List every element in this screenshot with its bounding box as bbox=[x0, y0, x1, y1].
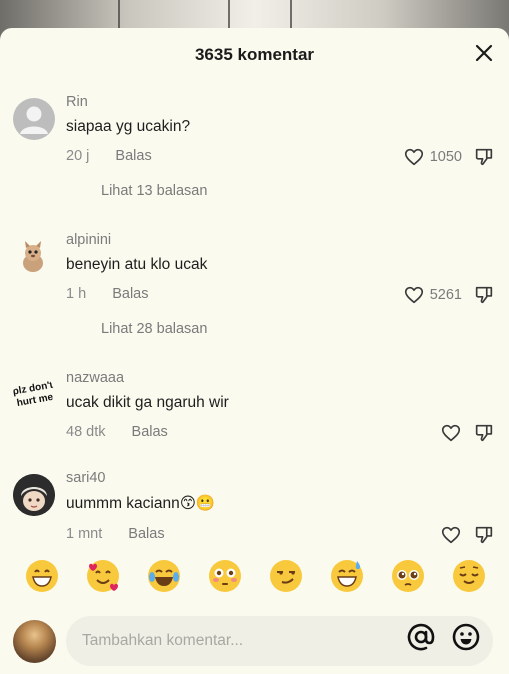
comment-meta: 20 j Balas bbox=[66, 148, 152, 164]
like-button[interactable] bbox=[440, 422, 462, 444]
reply-button[interactable]: Balas bbox=[132, 424, 168, 440]
my-avatar[interactable] bbox=[13, 620, 56, 663]
like-button[interactable]: 1050 bbox=[403, 146, 462, 168]
heart-icon bbox=[404, 148, 423, 166]
comment-meta: 48 dtk Balas bbox=[66, 424, 168, 440]
comment-username[interactable]: Rin bbox=[66, 94, 88, 110]
comment-time: 1 mnt bbox=[66, 526, 103, 542]
heart-icon bbox=[404, 286, 423, 304]
view-replies-button[interactable]: Lihat 28 balasan bbox=[101, 321, 207, 337]
comment-text: ucak dikit ga ngaruh wir bbox=[66, 394, 229, 411]
emoji-icon[interactable] bbox=[451, 622, 481, 652]
comment-time: 1 h bbox=[66, 286, 87, 302]
comment-username[interactable]: sari40 bbox=[66, 470, 106, 486]
avatar[interactable]: plz don't hurt me bbox=[13, 374, 55, 416]
reply-button[interactable]: Balas bbox=[112, 286, 148, 302]
at-icon[interactable] bbox=[406, 622, 436, 652]
comments-sheet: 3635 komentar Rin siapaa yg ucakin? 20 j… bbox=[0, 28, 509, 674]
like-count: 1050 bbox=[429, 149, 462, 165]
heart-icon bbox=[441, 424, 461, 442]
reply-button[interactable]: Balas bbox=[128, 526, 164, 542]
smirk-emoji-icon[interactable] bbox=[268, 558, 304, 594]
comment-meta: 1 h Balas bbox=[66, 286, 148, 302]
smiling-hearts-emoji-icon[interactable] bbox=[85, 558, 121, 594]
comment-time: 48 dtk bbox=[66, 424, 106, 440]
heart-icon bbox=[441, 526, 461, 544]
relieved-emoji-icon[interactable] bbox=[451, 558, 487, 594]
avatar[interactable] bbox=[13, 98, 55, 140]
like-button[interactable] bbox=[440, 524, 462, 546]
comment-composer: Tambahkan komentar... bbox=[0, 610, 509, 674]
avatar[interactable] bbox=[13, 236, 55, 278]
dislike-icon[interactable] bbox=[473, 146, 495, 168]
dislike-icon[interactable] bbox=[473, 284, 495, 306]
close-icon[interactable] bbox=[472, 41, 496, 65]
comment-text: siapaa yg ucakin? bbox=[66, 118, 191, 135]
like-button[interactable]: 5261 bbox=[403, 284, 462, 306]
anime-avatar-image bbox=[13, 474, 55, 516]
dislike-icon[interactable] bbox=[473, 524, 495, 546]
comment-username[interactable]: nazwaaa bbox=[66, 370, 124, 386]
view-replies-button[interactable]: Lihat 13 balasan bbox=[101, 183, 207, 199]
default-avatar-icon bbox=[20, 106, 48, 134]
comment-username[interactable]: alpinini bbox=[66, 232, 111, 248]
text-avatar-image: plz don't hurt me bbox=[13, 375, 55, 415]
dislike-icon[interactable] bbox=[473, 422, 495, 444]
comment-text: uummm kaciann😙😬 bbox=[66, 495, 216, 512]
like-count: 5261 bbox=[429, 287, 462, 303]
comment-text: beneyin atu klo ucak bbox=[66, 256, 208, 273]
reply-button[interactable]: Balas bbox=[115, 148, 151, 164]
comment-count-title: 3635 komentar bbox=[194, 45, 315, 64]
comment-input-placeholder: Tambahkan komentar... bbox=[82, 632, 244, 649]
grinning-sweat-emoji-icon[interactable] bbox=[329, 558, 365, 594]
sheet-header: 3635 komentar bbox=[0, 28, 509, 78]
pleading-emoji-icon[interactable] bbox=[390, 558, 426, 594]
grinning-emoji-icon[interactable] bbox=[24, 558, 60, 594]
avatar[interactable] bbox=[13, 474, 55, 516]
tears-of-joy-emoji-icon[interactable] bbox=[146, 558, 182, 594]
comment-time: 20 j bbox=[66, 148, 90, 164]
flushed-emoji-icon[interactable] bbox=[207, 558, 243, 594]
cat-avatar-icon bbox=[23, 241, 43, 272]
comment-meta: 1 mnt Balas bbox=[66, 526, 165, 542]
quick-emoji-bar bbox=[0, 558, 509, 602]
